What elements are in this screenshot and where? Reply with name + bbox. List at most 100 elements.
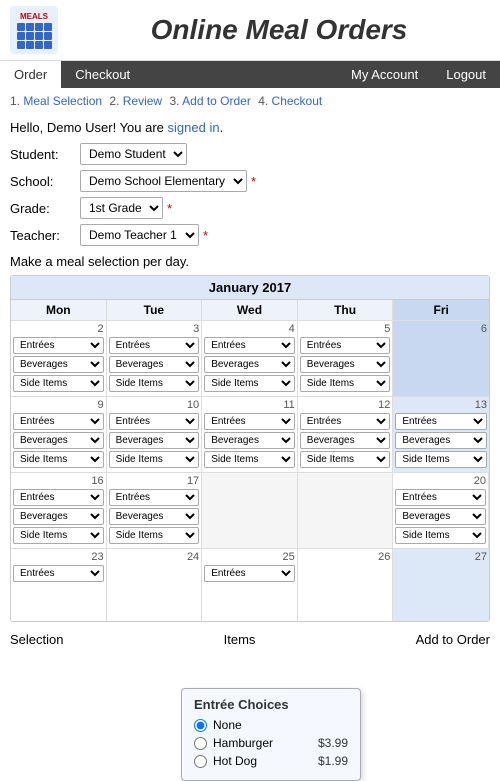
entrees-select-w1-thu[interactable]: Entrées (300, 337, 391, 354)
day-num: 2 (13, 323, 104, 335)
cal-cell-w4-fri: 27 (393, 549, 489, 621)
entree-price-hamburger: $3.99 (318, 736, 348, 750)
cal-week-1: 2 Entrées Beverages Side Items 3 Entrées… (11, 320, 489, 396)
grade-select[interactable]: 1st Grade (80, 197, 163, 219)
page-header: MEALS Online Meal Orders (0, 0, 500, 61)
footer-row: Selection Items Add to Order (10, 628, 490, 651)
cal-cell-w1-tue: 3 Entrées Beverages Side Items (107, 321, 203, 396)
breadcrumb-link-2[interactable]: Review (123, 94, 162, 108)
day-num: 20 (395, 475, 486, 487)
nav-my-account[interactable]: My Account (337, 61, 432, 88)
entree-option-none: None (194, 718, 348, 732)
beverages-select-w1-mon[interactable]: Beverages (13, 356, 104, 373)
entrees-select-w1-mon[interactable]: Entrées (13, 337, 104, 354)
breadcrumb: 1. Meal Selection 2. Review 3. Add to Or… (0, 88, 500, 114)
beverages-select-w1-wed[interactable]: Beverages (204, 356, 295, 373)
day-name-tue: Tue (107, 300, 203, 320)
side-items-select-w2-mon[interactable]: Side Items (13, 451, 104, 468)
entrees-select-w3-mon[interactable]: Entrées (13, 489, 104, 506)
nav-checkout[interactable]: Checkout (61, 61, 144, 88)
hello-text: Hello, Demo User! You are signed in. (10, 120, 490, 135)
entree-option-hamburger: Hamburger $3.99 (194, 736, 348, 750)
side-items-select-w2-tue[interactable]: Side Items (109, 451, 200, 468)
entree-choices-popup: Entrée Choices None Hamburger $3.99 Hot … (181, 688, 361, 781)
breadcrumb-link-4[interactable]: Checkout (272, 94, 323, 108)
cal-cell-w2-tue: 10 Entrées Beverages Side Items (107, 397, 203, 472)
student-select[interactable]: Demo Student (80, 143, 187, 165)
cal-cell-w1-fri: 6 (393, 321, 489, 396)
beverages-select-w2-mon[interactable]: Beverages (13, 432, 104, 449)
entrees-select-w2-mon[interactable]: Entrées (13, 413, 104, 430)
entree-radio-none[interactable] (194, 719, 207, 732)
beverages-select-w1-thu[interactable]: Beverages (300, 356, 391, 373)
entrees-select-w4-mon[interactable]: Entrées (13, 565, 104, 582)
entrees-select-w2-fri[interactable]: Entrées (395, 413, 487, 430)
nav-right: My Account Logout (337, 61, 500, 88)
day-num: 26 (300, 551, 391, 563)
beverages-select-w1-tue[interactable]: Beverages (109, 356, 200, 373)
entrees-select-w2-wed[interactable]: Entrées (204, 413, 295, 430)
side-items-select-w1-wed[interactable]: Side Items (204, 375, 295, 392)
day-num: 9 (13, 399, 104, 411)
signed-in-link[interactable]: signed in (168, 120, 220, 135)
side-items-select-w2-fri[interactable]: Side Items (395, 451, 487, 468)
side-items-select-w3-fri[interactable]: Side Items (395, 527, 486, 544)
entrees-select-w2-tue[interactable]: Entrées (109, 413, 200, 430)
entrees-select-w3-tue[interactable]: Entrées (109, 489, 200, 506)
day-num: 10 (109, 399, 200, 411)
day-num: 27 (395, 551, 487, 563)
nav-order[interactable]: Order (0, 61, 61, 88)
teacher-row: Teacher: Demo Teacher 1 * (10, 224, 490, 246)
entree-choices-title: Entrée Choices (194, 697, 348, 712)
entrees-select-w1-tue[interactable]: Entrées (109, 337, 200, 354)
calendar-days-header: Mon Tue Wed Thu Fri (11, 300, 489, 320)
beverages-select-w2-fri[interactable]: Beverages (395, 432, 487, 449)
school-select[interactable]: Demo School Elementary (80, 170, 247, 192)
day-num: 17 (109, 475, 200, 487)
entree-radio-hamburger[interactable] (194, 737, 207, 750)
cal-cell-w2-wed: 11 Entrées Beverages Side Items (202, 397, 298, 472)
entree-option-hotdog: Hot Dog $1.99 (194, 754, 348, 768)
meal-calendar: January 2017 Mon Tue Wed Thu Fri 2 Entré… (10, 275, 490, 622)
teacher-label: Teacher: (10, 228, 80, 243)
entree-radio-hotdog[interactable] (194, 755, 207, 768)
main-content: Hello, Demo User! You are signed in. Stu… (0, 114, 500, 657)
breadcrumb-link-3[interactable]: Add to Order (182, 94, 251, 108)
entrees-select-w3-fri[interactable]: Entrées (395, 489, 486, 506)
side-items-select-w1-thu[interactable]: Side Items (300, 375, 391, 392)
student-label: Student: (10, 147, 80, 162)
side-items-select-w3-tue[interactable]: Side Items (109, 527, 200, 544)
beverages-select-w2-wed[interactable]: Beverages (204, 432, 295, 449)
day-num: 4 (204, 323, 295, 335)
day-num: 6 (395, 323, 487, 335)
entrees-select-w2-thu[interactable]: Entrées (300, 413, 391, 430)
side-items-select-w2-wed[interactable]: Side Items (204, 451, 295, 468)
side-items-select-w2-thu[interactable]: Side Items (300, 451, 391, 468)
breadcrumb-step-2: 2. Review (109, 94, 162, 108)
breadcrumb-step-4: 4. Checkout (258, 94, 322, 108)
entrees-select-w4-wed[interactable]: Entrées (204, 565, 295, 582)
side-items-select-w1-tue[interactable]: Side Items (109, 375, 200, 392)
main-nav: Order Checkout My Account Logout (0, 61, 500, 88)
cal-cell-w1-mon: 2 Entrées Beverages Side Items (11, 321, 107, 396)
items-label: Items (224, 632, 256, 647)
day-num: 24 (109, 551, 200, 563)
nav-logout[interactable]: Logout (432, 61, 500, 88)
teacher-select[interactable]: Demo Teacher 1 (80, 224, 199, 246)
side-items-select-w3-mon[interactable]: Side Items (13, 527, 104, 544)
day-name-thu: Thu (298, 300, 394, 320)
logo-text: MEALS (20, 12, 48, 21)
cal-week-2: 9 Entrées Beverages Side Items 10 Entrée… (11, 396, 489, 472)
beverages-select-w2-thu[interactable]: Beverages (300, 432, 391, 449)
breadcrumb-link-1[interactable]: Meal Selection (23, 94, 102, 108)
school-required: * (251, 174, 256, 189)
cal-cell-w4-thu: 26 (298, 549, 394, 621)
side-items-select-w1-mon[interactable]: Side Items (13, 375, 104, 392)
cal-cell-w2-mon: 9 Entrées Beverages Side Items (11, 397, 107, 472)
beverages-select-w2-tue[interactable]: Beverages (109, 432, 200, 449)
day-name-fri: Fri (393, 300, 489, 320)
entrees-select-w1-wed[interactable]: Entrées (204, 337, 295, 354)
site-title: Online Meal Orders (68, 14, 490, 46)
breadcrumb-step-3: 3. Add to Order (169, 94, 250, 108)
teacher-required: * (203, 228, 208, 243)
